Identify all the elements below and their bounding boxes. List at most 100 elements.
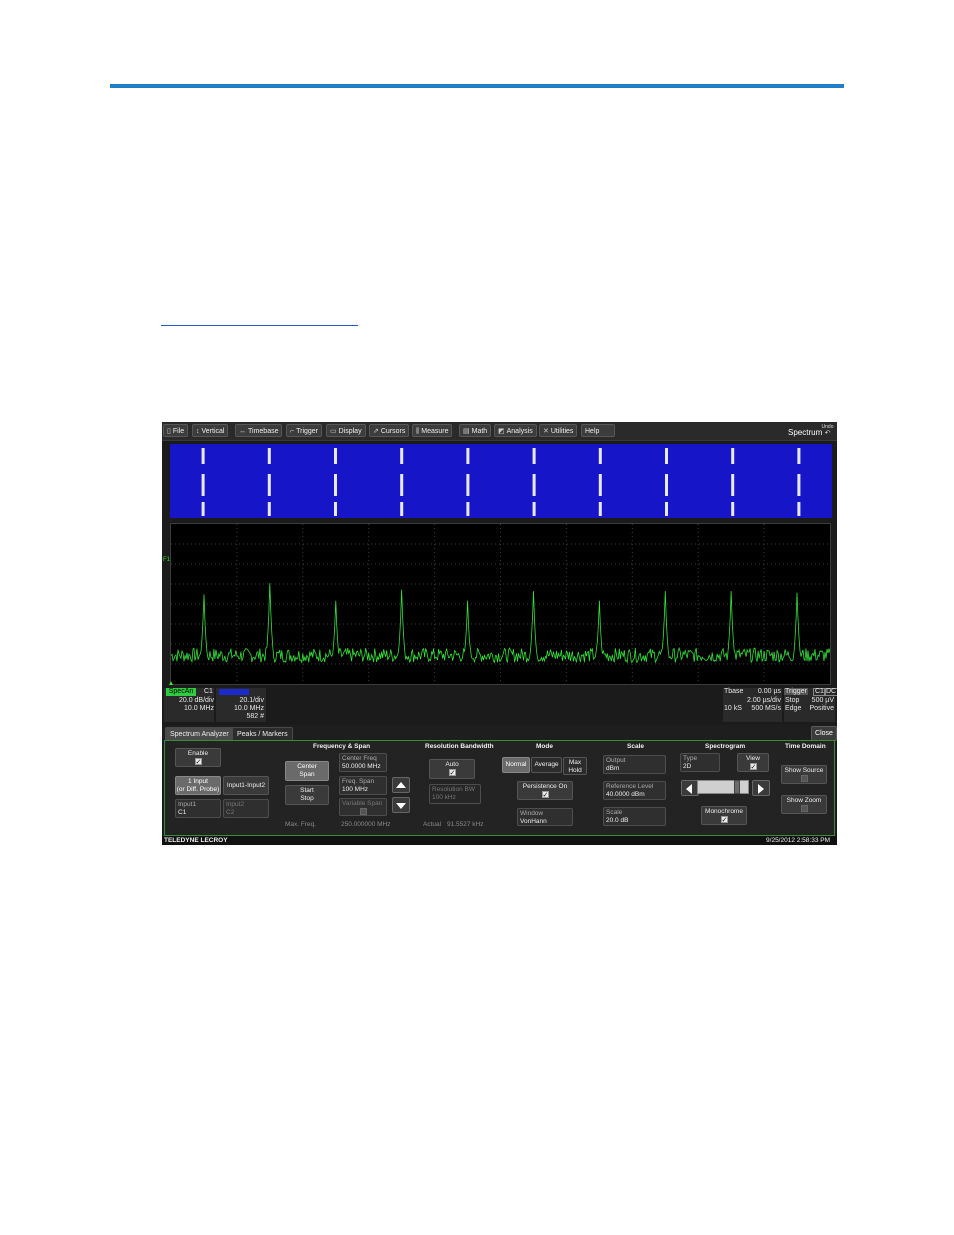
timebase-rate: 500 MS/s <box>751 705 781 712</box>
page-header-rule <box>110 84 844 88</box>
menu-help[interactable]: Help <box>581 424 615 437</box>
rbw-heading: Resolution Bandwidth <box>425 743 494 750</box>
variable-span-toggle[interactable]: Variable Span <box>339 798 387 816</box>
mode-max-hold-button[interactable]: Max Hold <box>563 757 587 775</box>
spectrogram-line-1-0 <box>267 448 271 464</box>
center-span-button[interactable]: Center Span <box>285 761 329 781</box>
persistence-toggle[interactable]: Persistence On ✓ <box>517 781 573 800</box>
spectrogram-line-4-1 <box>466 474 470 496</box>
spectrogram-line-0-0 <box>201 448 205 464</box>
show-zoom-toggle[interactable]: Show Zoom <box>781 795 827 814</box>
menu-math[interactable]: ▤ Math <box>459 424 492 437</box>
menu-analysis[interactable]: ◩ Analysis <box>494 424 537 437</box>
spectrogram-line-0-1 <box>201 474 205 496</box>
tab-peaks-markers[interactable]: Peaks / Markers <box>232 727 293 741</box>
freq-span-field[interactable]: Freq. Span 100 MHz <box>339 776 387 795</box>
spectrogram-line-9-1 <box>797 474 801 496</box>
show-zoom-checkbox[interactable] <box>800 805 808 812</box>
trigger-descriptor[interactable]: Trigger C1 DC Stop 500 µV Edge Positive <box>784 688 837 722</box>
undo-button[interactable]: Undo ↶ <box>820 425 835 438</box>
spectrogram-type-select[interactable]: Type 2D <box>680 753 720 772</box>
monochrome-toggle[interactable]: Monochrome ✓ <box>701 806 747 825</box>
max-freq-label: Max. Freq. <box>285 821 317 828</box>
spectrogram-line-7-0 <box>665 448 668 464</box>
spectrogram-slider[interactable] <box>697 780 749 794</box>
input1-field[interactable]: Input1 C1 <box>175 799 221 818</box>
input2-field[interactable]: Input2 C2 <box>223 799 269 818</box>
span-up-button[interactable] <box>392 777 410 793</box>
show-source-checkbox[interactable] <box>800 775 808 782</box>
spectrogram-view-checkbox[interactable]: ✓ <box>749 763 757 771</box>
center-freq-field[interactable]: Center Freq 50.0000 MHz <box>339 753 387 772</box>
single-input-button[interactable]: 1 Input (or Diff. Probe) <box>175 776 221 795</box>
channel-scale: 20.0 dB/div <box>178 697 214 704</box>
span-down-button[interactable] <box>392 797 410 813</box>
timebase-per-div: 2.00 µs/div <box>747 697 781 704</box>
utilities-icon: ✕ <box>543 428 549 435</box>
cursors-icon: ⇗ <box>373 428 379 435</box>
trigger-coupling: DC <box>824 688 837 696</box>
show-source-toggle[interactable]: Show Source <box>781 765 827 784</box>
spectrogram-line-9-0 <box>797 448 801 464</box>
spectrogram-line-6-1 <box>598 474 602 496</box>
dual-input-button[interactable]: Input1-Input2 <box>223 776 269 795</box>
menu-utilities[interactable]: ✕ Utilities <box>539 424 578 437</box>
rbw-auto-toggle[interactable]: Auto ✓ <box>429 759 475 779</box>
file-icon: ▯ <box>167 428 171 435</box>
rbw-auto-checkbox[interactable]: ✓ <box>448 769 456 777</box>
trigger-marker <box>169 681 173 685</box>
analysis-icon: ◩ <box>498 428 505 435</box>
output-select[interactable]: Output dBm <box>603 755 666 774</box>
timebase-descriptor[interactable]: Tbase 0.00 µs 2.00 µs/div 10 kS 500 MS/s <box>723 688 782 722</box>
resolution-bw-field[interactable]: Resolution BW 100 kHz <box>429 784 481 804</box>
spectrum-plot <box>170 523 831 685</box>
channel-center: 10.0 MHz <box>184 705 214 712</box>
spectrogram-line-2-2 <box>334 502 337 516</box>
reference-level-field[interactable]: Reference Level 40.0000 dBm <box>603 781 666 800</box>
measure-icon: ⫼ <box>416 428 420 435</box>
slider-thumb[interactable] <box>734 780 740 794</box>
spectrogram-line-8-1 <box>731 474 735 496</box>
spectrogram-view-toggle[interactable]: View ✓ <box>737 753 769 772</box>
actual-rbw-label: Actual <box>423 821 442 828</box>
spectrogram-line-7-2 <box>665 502 668 516</box>
enable-toggle[interactable]: Enable ✓ <box>175 748 221 767</box>
oscilloscope-screenshot: ▯ File ↕ Vertical ↔ Timebase ⌐ Trigger ▭ Disp… <box>162 422 837 845</box>
function-descriptor[interactable]: 20.1/div 10.0 MHz 582 # <box>216 688 266 722</box>
menu-trigger[interactable]: ⌐ Trigger <box>286 424 323 437</box>
scale-field[interactable]: Scale 20.0 dB <box>603 807 666 826</box>
function-count: 582 # <box>246 713 264 720</box>
persistence-checkbox[interactable]: ✓ <box>541 791 549 799</box>
spectrogram-right-button[interactable] <box>752 780 770 796</box>
menu-file[interactable]: ▯ File <box>163 424 189 437</box>
spectrogram-line-3-1 <box>400 474 404 496</box>
enable-checkbox[interactable]: ✓ <box>194 758 202 766</box>
menu-vertical[interactable]: ↕ Vertical <box>192 424 229 437</box>
timebase-icon: ↔ <box>239 428 246 435</box>
trace-label: F1 <box>163 557 171 563</box>
tab-spectrum-analyzer[interactable]: Spectrum Analyzer <box>165 727 234 741</box>
menu-timebase[interactable]: ↔ Timebase <box>235 424 283 437</box>
status-datetime: 9/25/2012 2:58:33 PM <box>766 837 830 844</box>
spectrogram-heading: Spectrogram <box>705 743 746 750</box>
descriptor-color-bar <box>219 689 249 695</box>
mode-normal-button[interactable]: Normal <box>502 757 530 773</box>
spectrogram-line-2-1 <box>334 474 337 496</box>
mode-average-button[interactable]: Average <box>531 757 562 773</box>
start-stop-button[interactable]: Start Stop <box>285 785 329 805</box>
window-select[interactable]: Window VonHann <box>517 808 573 826</box>
menu-measure[interactable]: ⫼ Measure <box>412 424 453 437</box>
menu-cursors[interactable]: ⇗ Cursors <box>369 424 410 437</box>
channel-descriptor[interactable]: SpecAn C1 20.0 dB/div 10.0 MHz <box>164 688 214 722</box>
spectrogram-line-1-1 <box>267 474 271 496</box>
menu-bar: ▯ File ↕ Vertical ↔ Timebase ⌐ Trigger ▭ Disp… <box>162 422 837 441</box>
close-button[interactable]: Close <box>811 726 837 741</box>
monochrome-checkbox[interactable]: ✓ <box>720 816 728 824</box>
spectrogram-line-7-1 <box>665 474 668 496</box>
hyperlink-underline[interactable] <box>161 325 358 326</box>
spectrogram-line-8-0 <box>731 448 735 464</box>
max-freq-value: 250.000000 MHz <box>341 821 391 828</box>
variable-span-checkbox[interactable] <box>360 808 367 815</box>
menu-display[interactable]: ▭ Display <box>326 424 366 437</box>
spectrogram-line-0-2 <box>201 502 205 516</box>
